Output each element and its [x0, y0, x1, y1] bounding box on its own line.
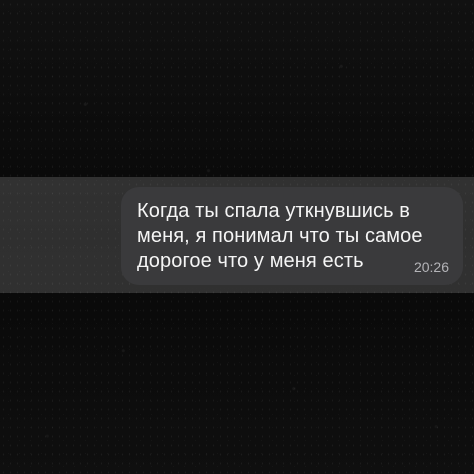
message-bubble[interactable]: Когда ты спала уткнувшись в меня, я пони… [121, 187, 463, 285]
message-time: 20:26 [413, 259, 449, 275]
message-text: Когда ты спала уткнувшись в меня, я пони… [137, 200, 423, 272]
